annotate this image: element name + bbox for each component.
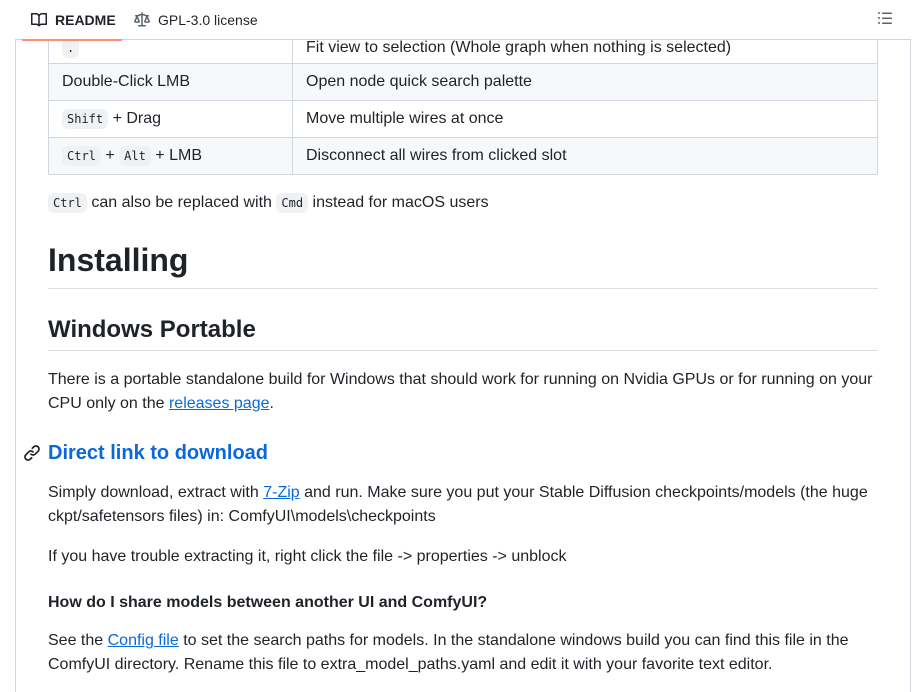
heading-windows-portable: Windows Portable (48, 313, 878, 351)
7zip-link[interactable]: 7-Zip (263, 484, 299, 501)
shortcut-action-cell: Disconnect all wires from clicked slot (292, 137, 878, 175)
table-row: Ctrl + Alt + LMB Disconnect all wires fr… (48, 137, 878, 175)
releases-page-link[interactable]: releases page (169, 395, 270, 412)
config-paragraph: See the Config file to set the search pa… (48, 629, 878, 677)
outline-toggle-button[interactable] (875, 8, 895, 28)
list-unordered-icon (878, 12, 892, 24)
shortcut-keys-cell: Double-Click LMB (48, 63, 293, 101)
law-scale-icon (134, 12, 150, 27)
shortcut-action-cell: Move multiple wires at once (292, 100, 878, 138)
heading-share-models: How do I share models between another UI… (48, 594, 488, 611)
tab-license-label: GPL-3.0 license (158, 12, 258, 28)
heading-installing: Installing (48, 238, 878, 289)
readme-tabbar: README GPL-3.0 license (15, 0, 911, 41)
macos-note: Ctrl can also be replaced with Cmd inste… (48, 191, 878, 215)
key-code: Cmd (276, 193, 309, 213)
table-row: Double-Click LMB Open node quick search … (48, 63, 878, 101)
direct-download-link[interactable]: Direct link to download (48, 439, 268, 467)
download-paragraph: Simply download, extract with 7-Zip and … (48, 481, 878, 529)
shortcut-keys-cell: Shift + Drag (48, 100, 293, 138)
key-code: Alt (119, 146, 151, 166)
tab-license[interactable]: GPL-3.0 license (134, 0, 258, 40)
link-anchor-icon[interactable] (23, 444, 41, 462)
trouble-paragraph: If you have trouble extracting it, right… (48, 548, 567, 565)
key-code: Ctrl (62, 146, 101, 166)
shortcuts-table: . Fit view to selection (Whole graph whe… (48, 24, 878, 175)
note-text: instead for macOS users (312, 194, 489, 211)
shortcut-action-cell: Open node quick search palette (292, 63, 878, 101)
paragraph-text: Simply download, extract with (48, 484, 259, 501)
tab-readme[interactable]: README (22, 0, 122, 41)
key-suffix: + Drag (112, 110, 162, 127)
key-code: Shift (62, 109, 109, 129)
paragraph-text: . (269, 395, 274, 412)
book-icon (31, 12, 47, 27)
key-suffix: + LMB (155, 147, 202, 164)
key-joiner: + (105, 147, 115, 164)
note-text: can also be replaced with (91, 194, 272, 211)
tab-readme-label: README (55, 12, 116, 28)
paragraph-text: See the (48, 632, 104, 649)
shortcut-keys-cell: Ctrl + Alt + LMB (48, 137, 293, 175)
config-file-link[interactable]: Config file (108, 632, 179, 649)
table-row: Shift + Drag Move multiple wires at once (48, 100, 878, 138)
key-code: Ctrl (48, 193, 87, 213)
portable-paragraph: There is a portable standalone build for… (48, 368, 878, 416)
